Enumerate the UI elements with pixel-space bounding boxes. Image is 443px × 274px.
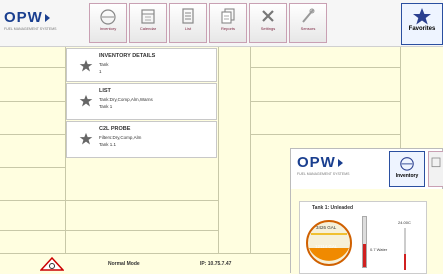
tank-title: Tank 1: Unleaded [312,205,354,211]
nav-calendar-button[interactable]: Calendar [129,3,167,43]
temperature-fill [363,244,366,267]
favorite-detail: 1 [99,69,102,74]
inventory-panel: Tank 1: Unleaded 3426 GAL 12114 GAL 0.7 … [291,189,443,274]
logo-tagline: FUEL MANAGEMENT SYSTEMS [4,27,57,31]
logo-text: OPW [4,9,43,26]
gauge-capacity: 3426 GAL [316,225,337,230]
star-icon [79,59,93,72]
inventory-screen-overlay: OPW FUEL MANAGEMENT SYSTEMS Inventory Ta… [290,148,443,274]
temperature-fill-2 [404,254,406,270]
star-icon [413,8,431,25]
star-icon [79,94,93,107]
nav-sensors-label: Sensors [300,26,316,31]
favorite-title: INVENTORY DETAILS [99,53,156,59]
favorite-card-inventory-details[interactable]: INVENTORY DETAILS Tank 1 [66,48,217,82]
tank-card[interactable]: Tank 1: Unleaded 3426 GAL 12114 GAL 0.7 … [299,201,427,274]
sensors-icon [302,8,315,23]
favorite-detail: Filters:Dry,Comp,Alm [99,135,142,140]
favorite-detail: Tank 1 [99,104,113,109]
nav-inventory-label: Inventory [395,173,419,179]
nav-calendar-label: Calendar [139,26,157,31]
temperature-value: 24.00C [398,220,411,225]
drop-icon [400,157,414,171]
alarm-icon[interactable] [40,257,64,271]
settings-icon [262,10,274,22]
reports-icon [221,8,235,24]
top-navigation-bar: OPW FUEL MANAGEMENT SYSTEMS Inventory Ca… [0,0,443,47]
nav-settings-button[interactable]: Settings [249,3,287,43]
favorite-card-list[interactable]: LIST Tank:Dry,Comp,Alm,Warns Tank 1 [66,83,217,120]
water-level: 0.7 Water [370,247,388,252]
favorite-detail: Tank [99,62,109,67]
nav-inventory-button[interactable]: Inventory [389,151,425,187]
drop-icon [100,9,116,25]
star-icon [79,132,93,145]
calendar-icon [141,9,155,24]
favorite-title: C2L PROBE [99,126,131,132]
calendar-icon [431,157,441,168]
nav-calendar-button[interactable] [428,151,443,187]
tank-gauge [306,220,352,266]
logo-text: OPW [297,154,336,171]
nav-favorites-label: Favorites [408,26,436,32]
list-icon [182,8,194,24]
opw-logo: OPW FUEL MANAGEMENT SYSTEMS [4,10,84,36]
favorite-title: LIST [99,88,111,94]
logo-tagline: FUEL MANAGEMENT SYSTEMS [297,172,350,176]
mode-status: Normal Mode [108,261,140,267]
nav-reports-button[interactable]: Reports [209,3,247,43]
nav-settings-label: Settings [260,26,276,31]
nav-favorites-button[interactable]: Favorites [401,3,443,45]
nav-list-label: List [184,26,192,31]
favorite-detail: Tank 1.1 [99,142,117,147]
favorite-detail: Tank:Dry,Comp,Alm,Warns [99,97,153,102]
nav-list-button[interactable]: List [169,3,207,43]
nav-inventory-button[interactable]: Inventory [89,3,127,43]
nav-sensors-button[interactable]: Sensors [289,3,327,43]
nav-reports-label: Reports [220,26,235,31]
opw-logo: OPW FUEL MANAGEMENT SYSTEMS [297,155,350,176]
gauge-volume: 12114 GAL [315,244,338,249]
ip-address: IP: 10.75.7.47 [200,261,232,267]
favorite-card-c2l-probe[interactable]: C2L PROBE Filters:Dry,Comp,Alm Tank 1.1 [66,121,217,158]
nav-inventory-label: Inventory [99,26,117,31]
